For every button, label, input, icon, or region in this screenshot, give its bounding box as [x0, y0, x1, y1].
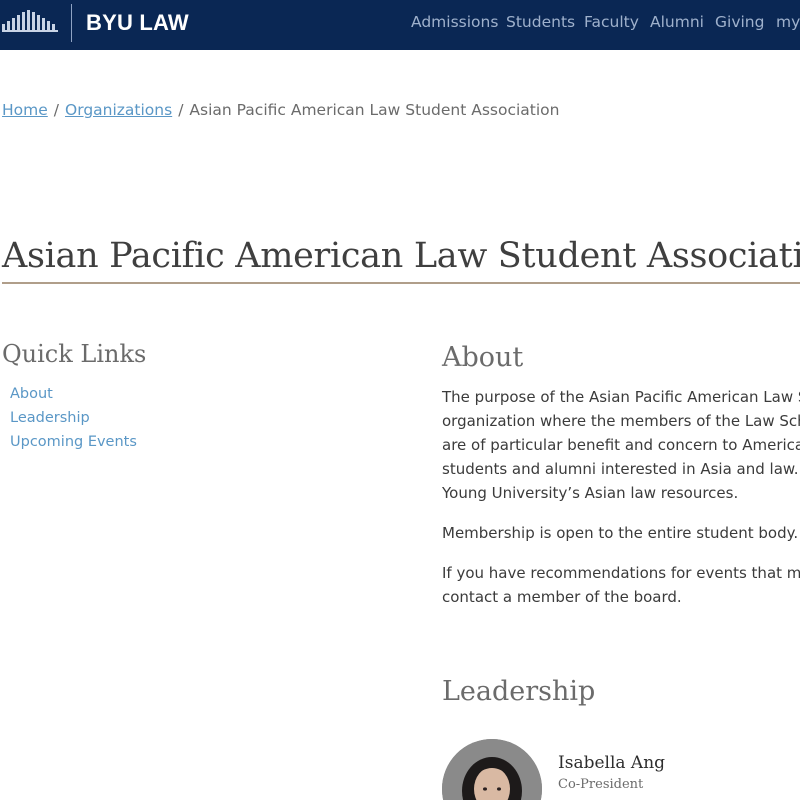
- about-paragraph-line: Young University’s Asian law resources.: [442, 484, 739, 502]
- nav-faculty[interactable]: Faculty: [584, 13, 639, 31]
- quick-links-heading: Quick Links: [2, 340, 147, 368]
- breadcrumb-current: Asian Pacific American Law Student Assoc…: [189, 101, 560, 119]
- page-title: Asian Pacific American Law Student Assoc…: [2, 236, 800, 276]
- quick-link-upcoming-events[interactable]: Upcoming Events: [10, 434, 137, 450]
- site-logo-text[interactable]: BYU LAW: [86, 10, 189, 36]
- quick-link-item: About: [10, 383, 137, 407]
- about-paragraph-1: The purpose of the Asian Pacific America…: [442, 385, 800, 505]
- about-paragraph-2: Membership is open to the entire student…: [442, 521, 800, 545]
- about-paragraph-line: contact a member of the board.: [442, 588, 682, 606]
- about-heading: About: [442, 342, 524, 373]
- leadership-heading: Leadership: [442, 676, 596, 707]
- nav-admissions[interactable]: Admissions: [411, 13, 498, 31]
- breadcrumb: Home / Organizations / Asian Pacific America…: [2, 101, 559, 119]
- quick-link-about[interactable]: About: [10, 386, 53, 402]
- logo-divider: [71, 4, 72, 42]
- breadcrumb-home-link[interactable]: Home: [2, 101, 48, 119]
- quick-links-list: About Leadership Upcoming Events: [10, 383, 137, 455]
- breadcrumb-organizations-link[interactable]: Organizations: [65, 101, 172, 119]
- about-paragraph-line: If you have recommendations for events t…: [442, 564, 800, 582]
- about-paragraph-3: If you have recommendations for events t…: [442, 561, 800, 609]
- nav-giving[interactable]: Giving: [715, 13, 764, 31]
- title-divider: [2, 282, 800, 284]
- quick-link-leadership[interactable]: Leadership: [10, 410, 90, 426]
- quick-link-item: Leadership: [10, 407, 137, 431]
- about-paragraph-line: organization where the members of the La…: [442, 412, 800, 430]
- building-columns-logo-icon[interactable]: [2, 10, 58, 36]
- breadcrumb-separator: /: [53, 101, 60, 119]
- site-header: BYU LAW Admissions Students Faculty Alum…: [0, 0, 800, 50]
- person-avatar-icon[interactable]: [442, 739, 542, 800]
- about-paragraph-line: The purpose of the Asian Pacific America…: [442, 388, 800, 406]
- about-paragraph-line: Membership is open to the entire student…: [442, 524, 799, 542]
- nav-students[interactable]: Students: [506, 13, 575, 31]
- nav-alumni[interactable]: Alumni: [650, 13, 704, 31]
- about-paragraph-line: are of particular benefit and concern to…: [442, 436, 800, 454]
- leader-name: Isabella Ang: [558, 753, 666, 773]
- leader-role: Co-President: [558, 777, 644, 792]
- quick-link-item: Upcoming Events: [10, 431, 137, 455]
- nav-mylaw[interactable]: myL: [776, 13, 800, 31]
- page: BYU LAW Admissions Students Faculty Alum…: [0, 0, 800, 800]
- about-paragraph-line: students and alumni interested in Asia a…: [442, 460, 800, 478]
- breadcrumb-separator: /: [178, 101, 184, 119]
